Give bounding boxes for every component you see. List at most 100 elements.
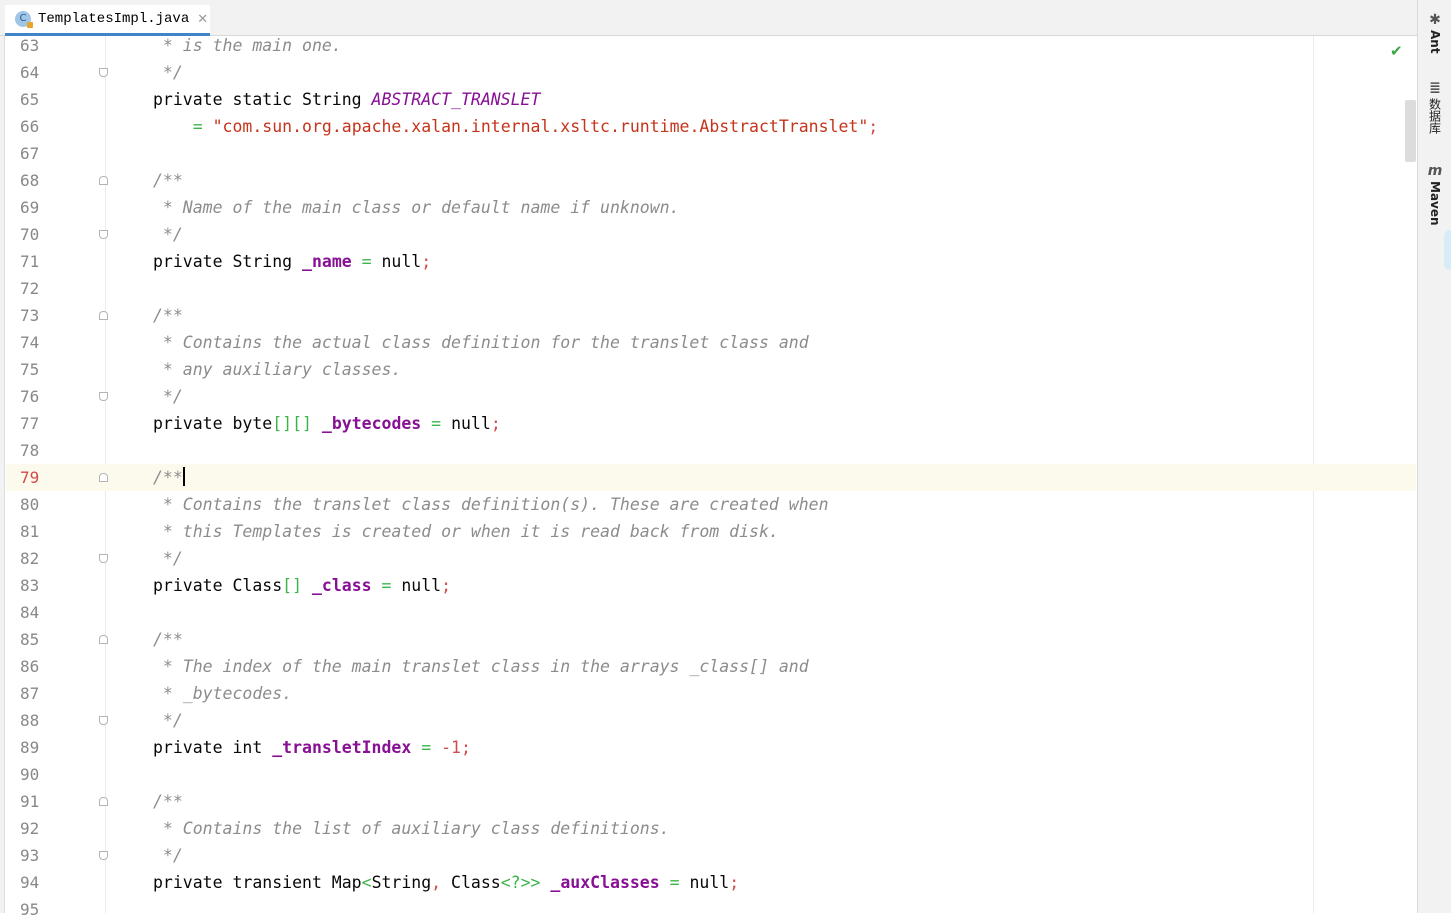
code-token: * Contains the list of auxiliary class d… (153, 819, 670, 838)
code-token: _class (311, 576, 372, 595)
code-line[interactable]: 63 * is the main one. (6, 32, 1416, 59)
code-line[interactable]: 64 */ (6, 59, 1416, 86)
line-number: 63 (20, 36, 40, 55)
code-line[interactable]: 94 private transient Map<String, Class<?>… (6, 869, 1416, 896)
code-token: private byte (153, 414, 273, 433)
code-line[interactable]: 89 private int _transletIndex = -1; (6, 734, 1416, 761)
line-number: 82 (20, 549, 40, 568)
line-number: 85 (20, 630, 40, 649)
code-text: */ (153, 842, 183, 869)
code-line[interactable]: 91 /** (6, 788, 1416, 815)
fold-toggle-icon[interactable] (99, 230, 108, 239)
code-line[interactable]: 70 */ (6, 221, 1416, 248)
code-token: _bytecodes (321, 414, 422, 433)
tool-window-ant[interactable]: ✱ Ant (1424, 12, 1446, 54)
code-token: private static String (153, 90, 372, 109)
code-token: = (421, 414, 452, 433)
code-line[interactable]: 77 private byte[][] _bytecodes = null; (6, 410, 1416, 437)
line-number: 94 (20, 873, 40, 892)
line-number: 78 (20, 441, 40, 460)
code-token: private Class (153, 576, 283, 595)
code-line[interactable]: 87 * _bytecodes. (6, 680, 1416, 707)
left-tool-strip (0, 0, 5, 913)
code-line[interactable]: 93 */ (6, 842, 1416, 869)
fold-toggle-icon[interactable] (99, 311, 108, 320)
code-line[interactable]: 92 * Contains the list of auxiliary clas… (6, 815, 1416, 842)
code-line[interactable]: 75 * any auxiliary classes. (6, 356, 1416, 383)
line-number: 73 (20, 306, 40, 325)
code-line[interactable]: 72 (6, 275, 1416, 302)
code-line[interactable]: 67 (6, 140, 1416, 167)
code-line[interactable]: 74 * Contains the actual class definitio… (6, 329, 1416, 356)
fold-toggle-icon[interactable] (99, 797, 108, 806)
code-token: * is the main one. (153, 36, 342, 55)
code-token: * _bytecodes. (153, 684, 293, 703)
line-number: 67 (20, 144, 40, 163)
check-icon[interactable]: ✔ (1390, 42, 1403, 60)
code-token: private transient Map (153, 873, 362, 892)
code-line[interactable]: 81 * this Templates is created or when i… (6, 518, 1416, 545)
line-number: 74 (20, 333, 40, 352)
fold-toggle-icon[interactable] (99, 554, 108, 563)
code-text: /** (153, 302, 183, 329)
code-line[interactable]: 85 /** (6, 626, 1416, 653)
code-token: */ (153, 846, 183, 865)
fold-toggle-icon[interactable] (99, 68, 108, 77)
code-token: ; (460, 738, 471, 757)
vertical-scrollbar-thumb[interactable] (1405, 100, 1416, 162)
tool-window-label: Maven (1428, 181, 1442, 226)
code-token: * The index of the main translet class i… (153, 657, 809, 676)
line-number: 64 (20, 63, 40, 82)
fold-toggle-icon[interactable] (99, 176, 108, 185)
code-text: * Contains the translet class definition… (153, 491, 829, 518)
line-number: 68 (20, 171, 40, 190)
code-line[interactable]: 71 private String _name = null; (6, 248, 1416, 275)
fold-toggle-icon[interactable] (99, 635, 108, 644)
code-token: */ (153, 225, 183, 244)
fold-toggle-icon[interactable] (99, 851, 108, 860)
code-text: private byte[][] _bytecodes = null; (153, 410, 501, 437)
code-token: null (401, 576, 442, 595)
tool-window-label: 数据库 (1427, 98, 1442, 134)
fold-toggle-icon[interactable] (99, 716, 108, 725)
code-token: _transletIndex (272, 738, 412, 757)
code-line[interactable]: 79 /** (6, 464, 1416, 491)
code-token: , (431, 873, 452, 892)
tool-window-maven[interactable]: m Maven (1424, 163, 1446, 226)
code-line[interactable]: 65 private static String ABSTRACT_TRANSLE… (6, 86, 1416, 113)
code-text: /** (153, 626, 183, 653)
fold-toggle-icon[interactable] (99, 392, 108, 401)
text-caret (182, 467, 185, 486)
code-line[interactable]: 80 * Contains the translet class definit… (6, 491, 1416, 518)
code-token: = (371, 576, 402, 595)
code-line[interactable]: 66 = "com.sun.org.apache.xalan.internal.… (6, 113, 1416, 140)
code-token: [][] (272, 414, 312, 433)
line-number: 93 (20, 846, 40, 865)
line-number: 81 (20, 522, 40, 541)
code-token: * Contains the translet class definition… (153, 495, 829, 514)
code-line[interactable]: 86 * The index of the main translet clas… (6, 653, 1416, 680)
code-line[interactable]: 73 /** (6, 302, 1416, 329)
code-line[interactable]: 83 private Class[] _class = null; (6, 572, 1416, 599)
code-line[interactable]: 84 (6, 599, 1416, 626)
code-line[interactable]: 69 * Name of the main class or default n… (6, 194, 1416, 221)
line-number: 65 (20, 90, 40, 109)
code-token: null (381, 252, 422, 271)
code-token: _auxClasses (550, 873, 660, 892)
fold-toggle-icon[interactable] (99, 473, 108, 482)
code-line[interactable]: 76 */ (6, 383, 1416, 410)
code-line[interactable]: 95 (6, 896, 1416, 923)
tool-window-database[interactable]: ≣ 数据库 (1424, 80, 1446, 134)
code-line[interactable]: 88 */ (6, 707, 1416, 734)
code-line[interactable]: 90 (6, 761, 1416, 788)
code-token: ; (868, 117, 879, 136)
code-editor[interactable]: 63 * is the main one. 64 */ 65 private stat… (6, 36, 1416, 919)
code-line[interactable]: 82 */ (6, 545, 1416, 572)
code-line[interactable]: 78 (6, 437, 1416, 464)
close-tab-icon[interactable]: ✕ (197, 12, 208, 27)
code-line[interactable]: 68 /** (6, 167, 1416, 194)
line-number: 92 (20, 819, 40, 838)
code-token: * Contains the actual class definition f… (153, 333, 809, 352)
